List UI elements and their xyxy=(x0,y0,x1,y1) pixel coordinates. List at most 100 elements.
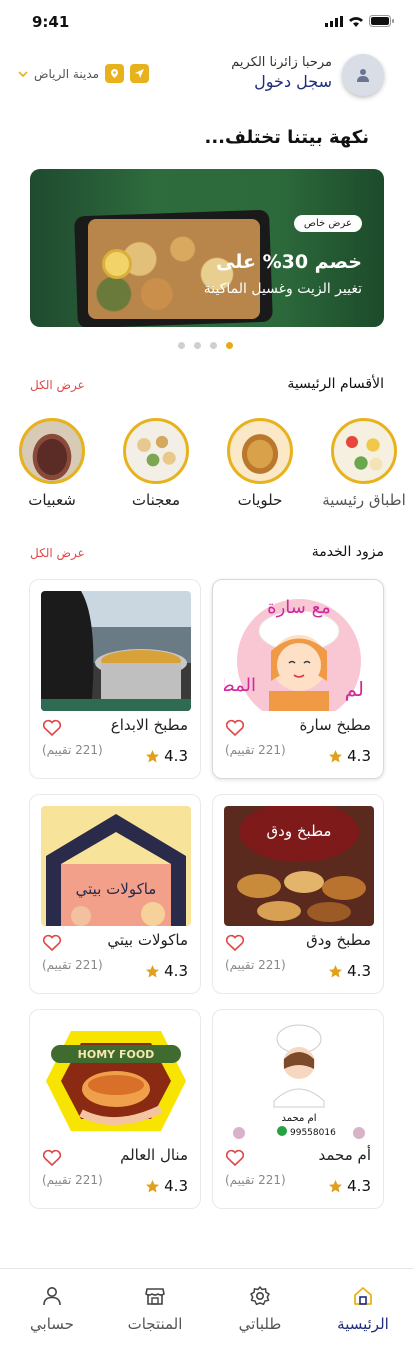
sara-image-text-side1: لم xyxy=(345,677,364,701)
provider-rating: 4.3 xyxy=(328,962,371,980)
heart-icon[interactable] xyxy=(42,719,62,737)
provider-reviews: (221 تقييم) xyxy=(225,743,286,757)
location-selector[interactable]: مدينة الرياض xyxy=(18,64,150,83)
status-bar: 9:41 xyxy=(0,0,414,44)
provider-rating: 4.3 xyxy=(145,962,188,980)
provider-card[interactable]: مطبخ الابداع (221 تقييم) 4.3 xyxy=(29,579,201,779)
user-icon xyxy=(357,69,369,82)
sara-image-text-side2: المط xyxy=(224,675,256,696)
nav-products[interactable]: المنتجات xyxy=(110,1285,200,1333)
welcome-text: مرحبا زائرنا الكريم xyxy=(231,55,332,70)
provider-card[interactable]: مع سارة لم المط مطبخ سارة (221 تقييم) 4.… xyxy=(212,579,384,779)
heart-icon[interactable] xyxy=(225,719,245,737)
categories-list: اطباق رئيسية حلويات معجنات شعبيات xyxy=(0,418,414,518)
header: مرحبا زائرنا الكريم سجل دخول مدينة الريا… xyxy=(0,50,414,106)
category-image xyxy=(227,418,293,484)
wifi-icon xyxy=(349,16,363,27)
providers-header: مزود الخدمة عرض الكل xyxy=(30,544,384,564)
category-traditional[interactable]: شعبيات xyxy=(10,418,94,509)
provider-image: HOMY FOOD xyxy=(41,1021,191,1141)
banner-lemon xyxy=(102,249,132,279)
heart-icon[interactable] xyxy=(225,1149,245,1167)
provider-card[interactable]: مطبخ ودق مطبخ ودق (221 تقييم) 4.3 xyxy=(212,794,384,994)
star-icon xyxy=(329,1179,343,1192)
provider-reviews: (221 تقييم) xyxy=(42,1173,103,1187)
promo-banner[interactable]: عرض خاص خصم 30% على تغيير الزيت وغسيل ال… xyxy=(30,169,384,327)
carousel-dot[interactable] xyxy=(178,342,185,349)
status-icons xyxy=(325,15,394,27)
provider-reviews: (221 تقييم) xyxy=(42,743,103,757)
category-label: اطباق رئيسية xyxy=(322,491,406,509)
store-icon xyxy=(145,1288,165,1305)
star-icon xyxy=(329,749,343,762)
map-pin-icon xyxy=(105,64,125,83)
provider-rating: 4.3 xyxy=(328,1177,371,1195)
provider-rating: 4.3 xyxy=(145,747,188,765)
category-label: حلويات xyxy=(237,491,283,509)
providers-view-all[interactable]: عرض الكل xyxy=(30,546,85,560)
tagline: نكهة بيتنا تختلف... xyxy=(204,127,370,148)
settings-icon xyxy=(250,1286,270,1306)
provider-name: مطبخ الابداع xyxy=(110,716,188,734)
battery-icon xyxy=(369,15,394,27)
chevron-down-icon xyxy=(18,70,28,77)
heart-icon[interactable] xyxy=(225,934,245,952)
navigation-arrow-icon xyxy=(130,64,150,83)
nav-label: الرئيسية xyxy=(337,1315,389,1333)
heart-icon[interactable] xyxy=(42,934,62,952)
provider-name: أم محمد xyxy=(318,1146,372,1164)
nav-home[interactable]: الرئيسية xyxy=(318,1285,408,1333)
rating-value: 4.3 xyxy=(347,962,371,980)
user-icon xyxy=(43,1287,61,1306)
carousel-dot[interactable] xyxy=(194,342,201,349)
provider-card[interactable]: HOMY FOOD منال العالم (221 تقييم) 4.3 xyxy=(29,1009,201,1209)
nav-label: المنتجات xyxy=(127,1315,183,1333)
star-icon xyxy=(146,749,160,762)
category-label: معجنات xyxy=(131,491,181,509)
home-icon xyxy=(354,1287,372,1305)
provider-card[interactable]: ام محمد 99558016 أم محمد (221 تقييم) 4.3 xyxy=(212,1009,384,1209)
rating-value: 4.3 xyxy=(347,747,371,765)
rating-value: 4.3 xyxy=(347,1177,371,1195)
categories-header: الأقسام الرئيسية عرض الكل xyxy=(30,376,384,396)
provider-image: ام محمد 99558016 xyxy=(224,1021,374,1141)
category-image xyxy=(123,418,189,484)
homy-image-text: HOMY FOOD xyxy=(78,1048,155,1061)
categories-view-all[interactable]: عرض الكل xyxy=(30,378,85,392)
provider-image: مع سارة لم المط xyxy=(224,591,374,711)
provider-rating: 4.3 xyxy=(145,1177,188,1195)
category-pastries[interactable]: معجنات xyxy=(114,418,198,509)
login-link[interactable]: سجل دخول xyxy=(231,72,332,91)
provider-image: مطبخ ودق xyxy=(224,806,374,926)
nav-orders[interactable]: طلباتي xyxy=(215,1285,305,1333)
provider-name: منال العالم xyxy=(120,1146,188,1164)
provider-name: مطبخ ودق xyxy=(306,931,371,949)
provider-reviews: (221 تقييم) xyxy=(42,958,103,972)
provider-rating: 4.3 xyxy=(328,747,371,765)
carousel-dot-active[interactable] xyxy=(226,342,233,349)
rating-value: 4.3 xyxy=(164,962,188,980)
categories-title: الأقسام الرئيسية xyxy=(287,376,384,392)
category-main-dishes[interactable]: اطباق رئيسية xyxy=(322,418,406,509)
rating-value: 4.3 xyxy=(164,747,188,765)
nav-label: طلباتي xyxy=(238,1315,282,1333)
bayti-image-text: ماكولات بيتي xyxy=(76,880,157,899)
category-image xyxy=(331,418,397,484)
star-icon xyxy=(329,964,343,977)
avatar[interactable] xyxy=(342,54,384,96)
provider-card[interactable]: ماكولات بيتي ماكولات بيتي (221 تقييم) 4.… xyxy=(29,794,201,994)
category-sweets[interactable]: حلويات xyxy=(218,418,302,509)
heart-icon[interactable] xyxy=(42,1149,62,1167)
sara-image-text-top: مع سارة xyxy=(267,597,331,618)
ummohamed-image-text: ام محمد xyxy=(282,1113,317,1124)
carousel-dot[interactable] xyxy=(210,342,217,349)
city-label: مدينة الرياض xyxy=(34,66,100,81)
nav-label: حسابي xyxy=(30,1315,74,1333)
category-image xyxy=(19,418,85,484)
nav-account[interactable]: حسابي xyxy=(7,1285,97,1333)
category-label: شعبيات xyxy=(28,491,76,509)
provider-image: ماكولات بيتي xyxy=(41,806,191,926)
star-icon xyxy=(146,1179,160,1192)
provider-reviews: (221 تقييم) xyxy=(225,958,286,972)
ummohamed-image-phone: 99558016 xyxy=(290,1128,336,1138)
